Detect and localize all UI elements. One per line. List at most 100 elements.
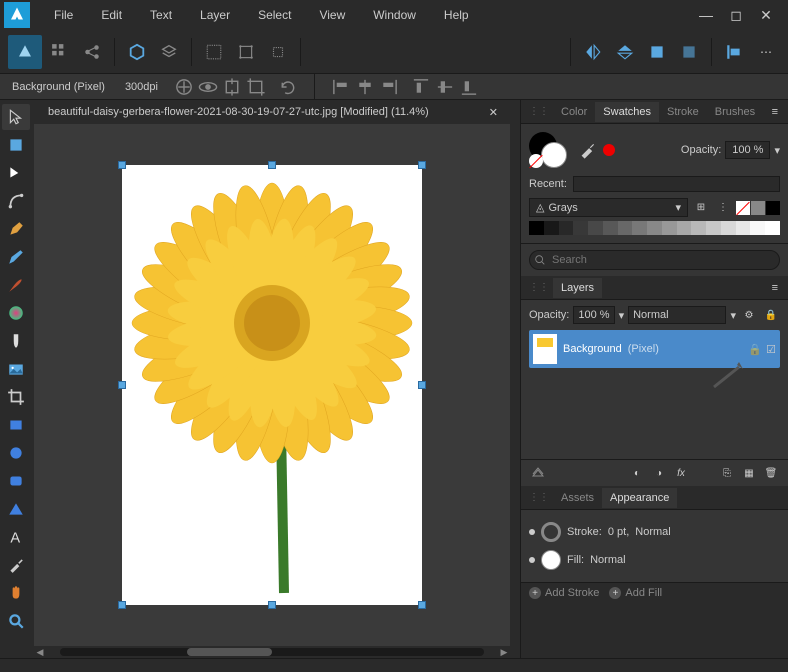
opacity-dropdown-icon[interactable]: ▾ [774, 144, 780, 157]
menu-edit[interactable]: Edit [87, 2, 136, 28]
rounded-rect-tool[interactable] [2, 468, 30, 494]
eyedropper-icon[interactable] [579, 141, 597, 159]
opacity-value[interactable]: 100 % [725, 141, 770, 159]
align-b-icon[interactable] [459, 77, 479, 97]
horizontal-scrollbar[interactable]: ◀ ▶ [34, 646, 510, 658]
canvas-viewport[interactable] [34, 124, 510, 646]
fx-text-icon[interactable]: fx [672, 464, 690, 482]
scroll-left-arrow[interactable]: ◀ [34, 647, 46, 658]
chevron-down-icon[interactable]: ▾ [730, 309, 736, 322]
layers-stack-icon[interactable] [155, 38, 183, 66]
palette-opts-icon[interactable]: ⋮ [714, 199, 732, 217]
recent-swatches[interactable] [573, 176, 780, 192]
handle-tr[interactable] [418, 161, 426, 169]
place-image-tool[interactable] [2, 356, 30, 382]
snap-point-icon[interactable] [264, 38, 292, 66]
blend-mode-select[interactable]: Normal [628, 306, 726, 324]
close-button[interactable]: ✕ [758, 7, 774, 23]
color-wells[interactable] [529, 132, 573, 168]
align-m-icon[interactable] [435, 77, 455, 97]
rotate-ccw-icon[interactable] [643, 38, 671, 66]
tab-stroke[interactable]: Stroke [659, 102, 707, 122]
document-tab[interactable]: beautiful-daisy-gerbera-flower-2021-08-3… [40, 102, 437, 122]
tab-assets[interactable]: Assets [553, 488, 602, 508]
crop-tool[interactable] [2, 384, 30, 410]
snap-bounds-icon[interactable] [232, 38, 260, 66]
transparency-tool[interactable] [2, 328, 30, 354]
menu-help[interactable]: Help [430, 2, 483, 28]
shape-hex-icon[interactable] [123, 38, 151, 66]
handle-ml[interactable] [118, 381, 126, 389]
fill-tool[interactable] [2, 300, 30, 326]
handle-bl[interactable] [118, 601, 126, 609]
align-c-icon[interactable] [355, 77, 375, 97]
gear-icon[interactable]: ⚙ [740, 306, 758, 324]
preset-swatches[interactable] [736, 201, 780, 215]
brush-tool[interactable] [2, 272, 30, 298]
add-stroke-button[interactable]: +Add Stroke [529, 587, 599, 599]
persona-photo-button[interactable] [8, 35, 42, 69]
tab-layers[interactable]: Layers [553, 278, 602, 298]
adjustment-icon[interactable]: ◐ [628, 464, 646, 482]
refresh-icon[interactable] [278, 77, 298, 97]
align-more-icon[interactable]: ⋯ [752, 38, 780, 66]
vertical-scrollbar[interactable] [510, 100, 520, 658]
panel-drag-icon[interactable]: ⋮⋮ [525, 492, 553, 503]
fx-icon[interactable]: ◑ [650, 464, 668, 482]
tab-color[interactable]: Color [553, 102, 595, 122]
scroll-right-arrow[interactable]: ▶ [498, 647, 510, 658]
fill-color-well[interactable] [541, 142, 567, 168]
mask-icon[interactable] [529, 464, 547, 482]
handle-mr[interactable] [418, 381, 426, 389]
lock-icon[interactable]: 🔒 [762, 306, 780, 324]
crop-icon[interactable] [246, 77, 266, 97]
arrange-grid-icon[interactable] [46, 38, 74, 66]
text-tool[interactable]: A [2, 524, 30, 550]
canvas[interactable] [122, 165, 422, 605]
lock-children-icon[interactable] [174, 77, 194, 97]
sampled-color-icon[interactable] [603, 144, 615, 156]
align-r-icon[interactable] [379, 77, 399, 97]
align-t-icon[interactable] [411, 77, 431, 97]
flip-h-icon[interactable] [579, 38, 607, 66]
delete-icon[interactable]: 🗑 [762, 464, 780, 482]
add-layer-icon[interactable]: ⎘ [718, 464, 736, 482]
minimize-button[interactable]: — [698, 7, 714, 23]
menu-layer[interactable]: Layer [186, 2, 244, 28]
fill-swatch[interactable] [541, 550, 561, 570]
share-icon[interactable] [78, 38, 106, 66]
menu-view[interactable]: View [305, 2, 359, 28]
stroke-row[interactable]: Stroke: 0 pt, Normal [529, 518, 780, 546]
panel-drag-icon[interactable]: ⋮⋮ [525, 282, 553, 293]
handle-bc[interactable] [268, 601, 276, 609]
target-icon[interactable] [222, 77, 242, 97]
stroke-swatch[interactable] [541, 522, 561, 542]
triangle-tool[interactable] [2, 496, 30, 522]
scroll-track[interactable] [60, 648, 484, 656]
snap-grid-icon[interactable] [200, 38, 228, 66]
gray-swatch-strip[interactable] [529, 221, 780, 235]
layer-visible-checkbox[interactable]: ☑ [766, 343, 776, 356]
tab-swatches[interactable]: Swatches [595, 102, 659, 122]
zoom-tool[interactable] [2, 608, 30, 634]
ellipse-tool[interactable] [2, 440, 30, 466]
menu-file[interactable]: File [40, 2, 87, 28]
fill-row[interactable]: Fill: Normal [529, 546, 780, 574]
panel-drag-icon[interactable]: ⋮⋮ [525, 106, 553, 117]
maximize-button[interactable]: ◻ [728, 7, 744, 23]
chevron-down-icon[interactable]: ▾ [619, 309, 625, 322]
hand-tool[interactable] [2, 580, 30, 606]
handle-tl[interactable] [118, 161, 126, 169]
group-icon[interactable]: ▦ [740, 464, 758, 482]
tab-appearance[interactable]: Appearance [602, 488, 677, 508]
visibility-icon[interactable] [198, 77, 218, 97]
menu-select[interactable]: Select [244, 2, 305, 28]
rectangle-tool[interactable] [2, 412, 30, 438]
align-l-icon[interactable] [331, 77, 351, 97]
handle-tc[interactable] [268, 161, 276, 169]
rotate-cw-icon[interactable] [675, 38, 703, 66]
pencil-tool[interactable] [2, 244, 30, 270]
corner-tool[interactable] [2, 188, 30, 214]
handle-br[interactable] [418, 601, 426, 609]
palette-grid-icon[interactable]: ⊞ [692, 199, 710, 217]
